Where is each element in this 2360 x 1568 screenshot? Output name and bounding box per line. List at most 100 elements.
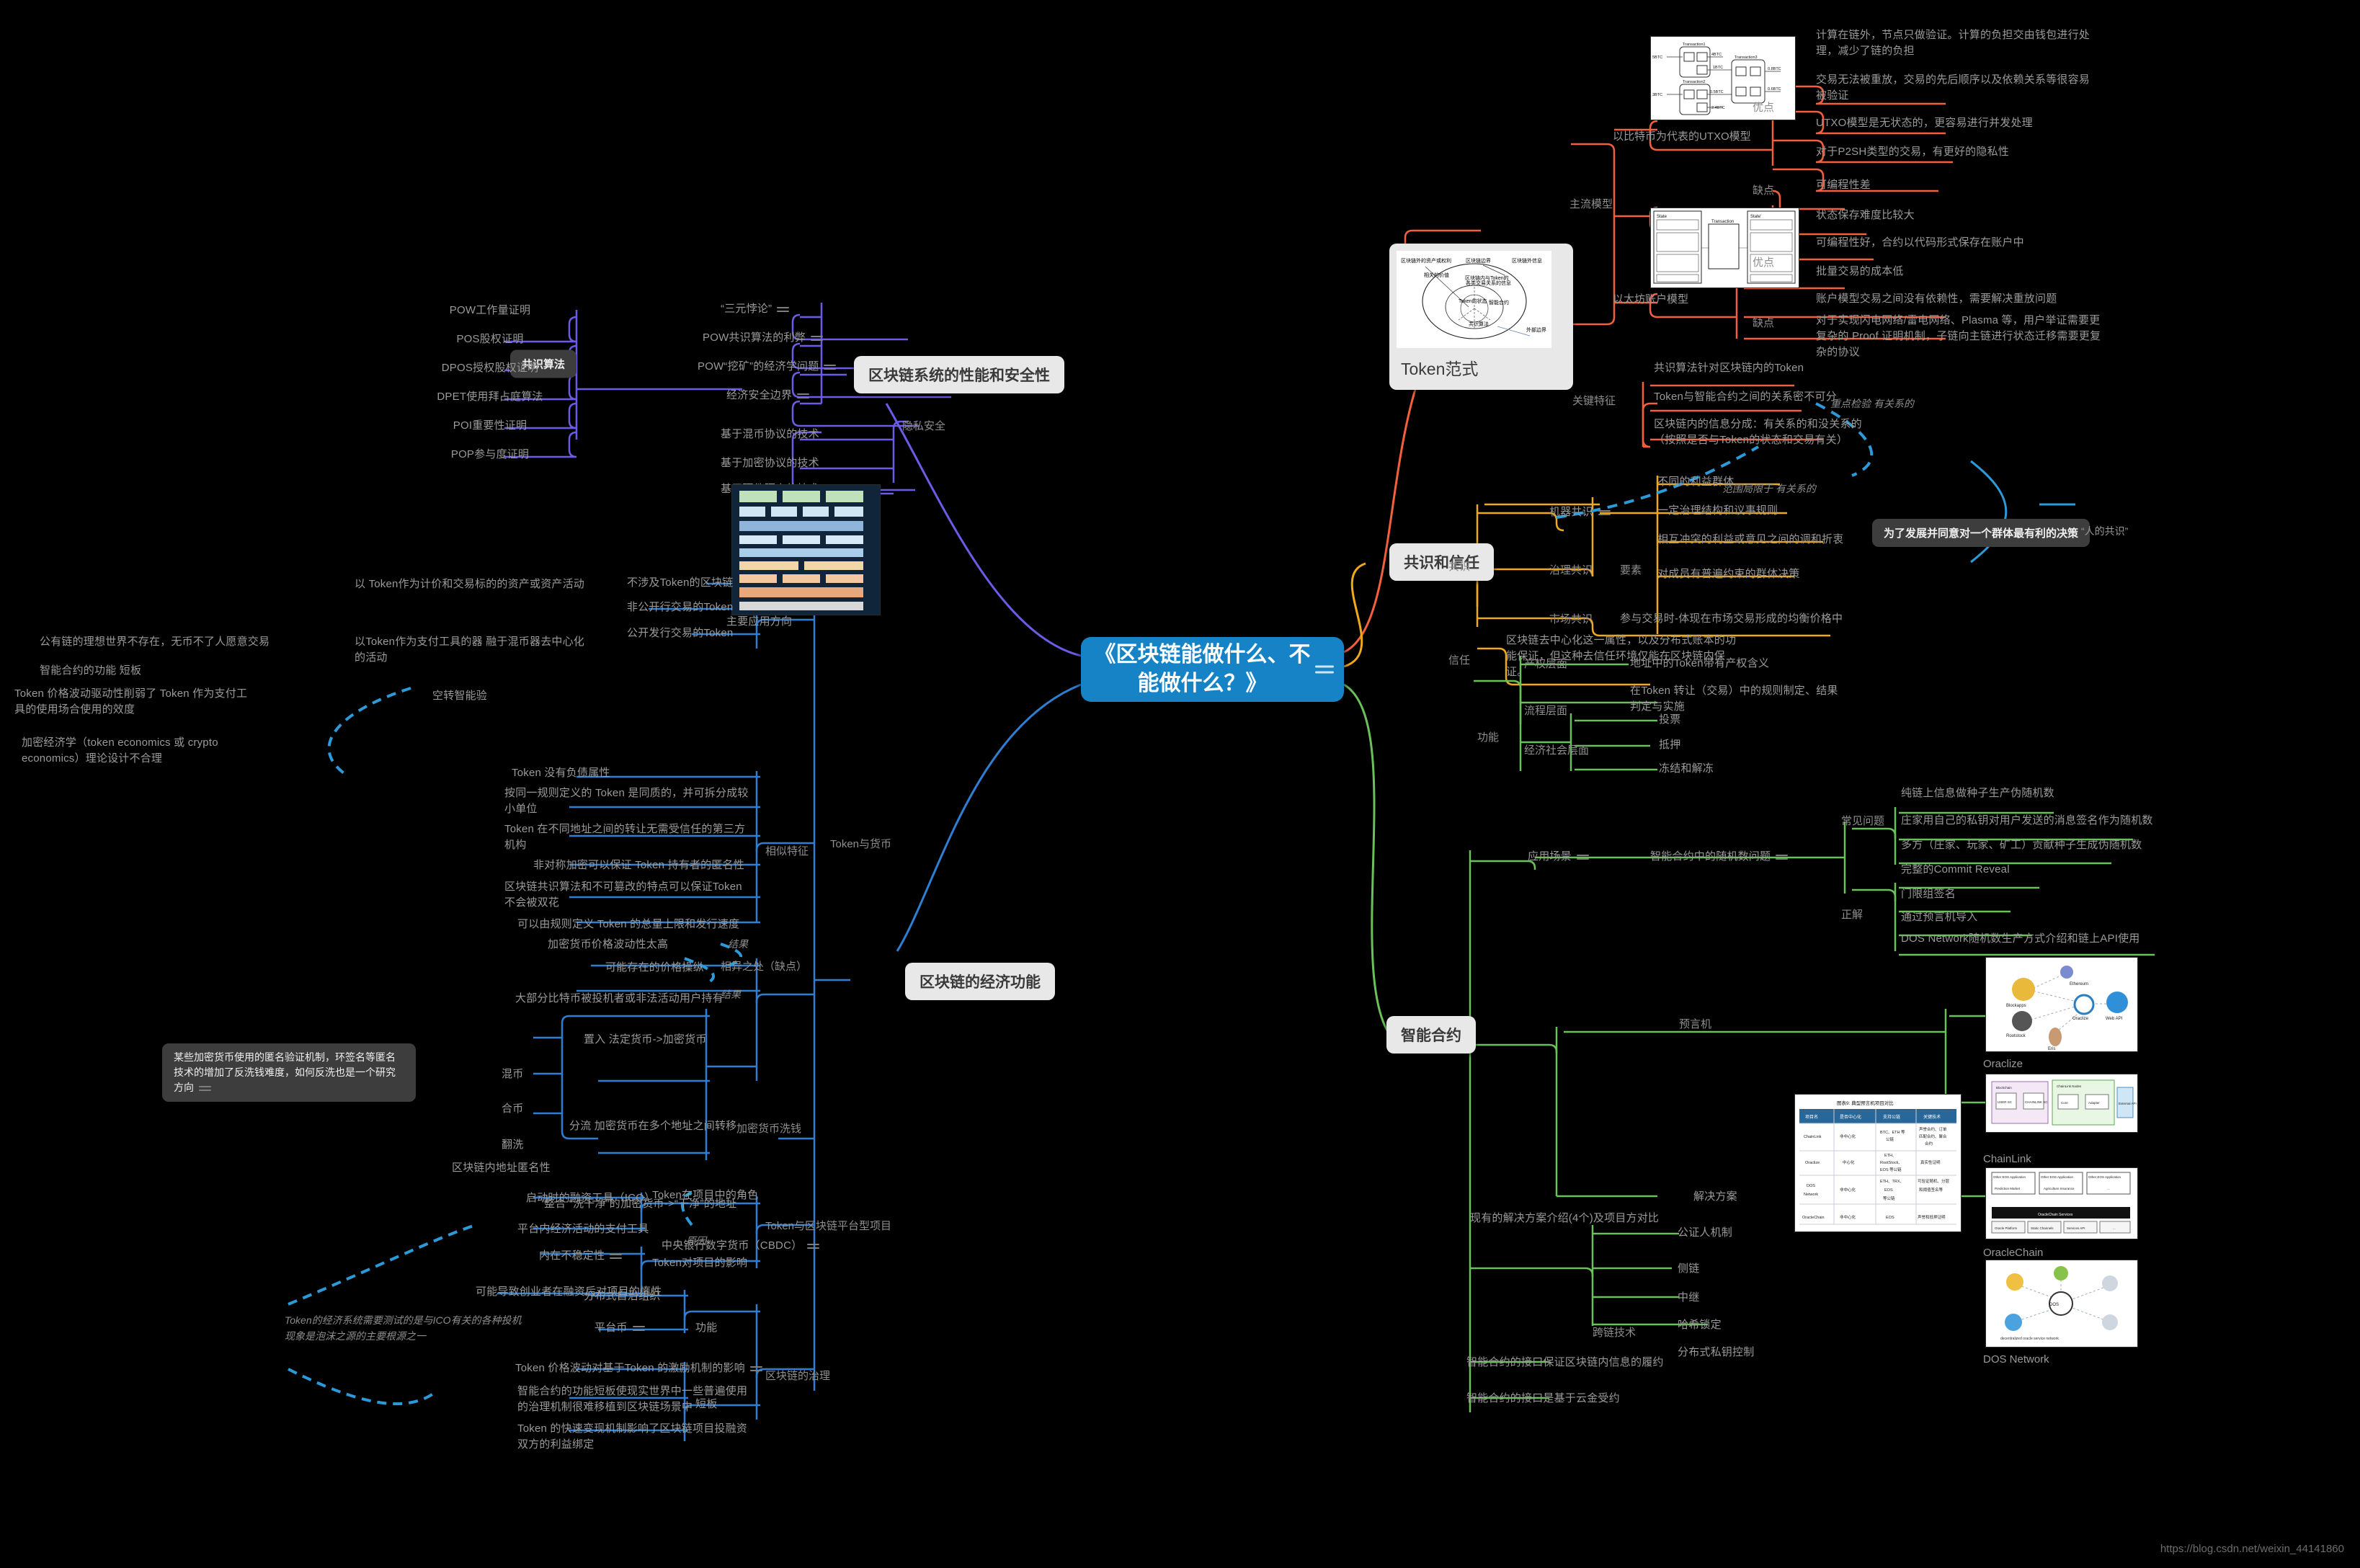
similar-item-4[interactable]: 区块链共识算法和不可篡改的特点可以保证Token不会被双花	[504, 879, 749, 911]
list-icon[interactable]	[824, 362, 837, 372]
algo-item-1[interactable]: POS股权证明	[418, 331, 562, 347]
label-money-laundering[interactable]: 加密货币洗钱	[736, 1121, 801, 1136]
mixer-item-1[interactable]: 合币	[502, 1101, 523, 1117]
account-pro-0[interactable]: 可编程性好，合约以代码形式保存在账户中	[1816, 235, 2024, 251]
cross-public-label[interactable]: 公证人机制	[1678, 1225, 1732, 1241]
econ-top-item-2[interactable]: 公开发行交易的Token	[627, 625, 733, 641]
account-con-0[interactable]: 账户模型交易之间没有依赖性，需要解决重放问题	[1816, 291, 2104, 307]
list-icon[interactable]	[797, 391, 810, 401]
label-solution[interactable]: 正解	[1841, 906, 1863, 922]
label-token-impact[interactable]: Token对项目的影响	[652, 1255, 747, 1271]
governance-func-1[interactable]: 平台币	[595, 1320, 645, 1336]
element-2[interactable]: 相互冲突的利益或意见之间的调和折衷	[1657, 532, 1843, 548]
privacy-item-0[interactable]: 基于混币协议的技术	[721, 427, 819, 442]
label-oracle[interactable]: 预言机	[1679, 1016, 1711, 1031]
list-icon[interactable]	[1598, 508, 1611, 517]
mixer-item-0[interactable]: 混币	[502, 1066, 523, 1082]
oracle-solution-label[interactable]: 解决方案	[1693, 1189, 1737, 1205]
impact-item-0[interactable]: 内在不稳定性	[539, 1248, 623, 1264]
label-governance-function[interactable]: 功能	[695, 1320, 717, 1336]
role-item-0[interactable]: 启动时的融资工具（ICO）	[526, 1190, 655, 1206]
label-token-currency[interactable]: Token与货币	[830, 836, 891, 851]
utxo-con-0[interactable]: 可编程性差	[1816, 177, 1871, 193]
solution-item-2[interactable]: 通过预言机导入	[1901, 909, 1977, 925]
list-icon[interactable]	[749, 1364, 762, 1373]
cross-item-0[interactable]: 侧链	[1678, 1261, 1699, 1277]
label-account-cons[interactable]: 缺点	[1753, 315, 1774, 330]
wash-step-1[interactable]: 分流 加密货币在多个地址之间转移	[569, 1118, 736, 1134]
oraclechain-caption[interactable]: OracleChain	[1983, 1247, 2043, 1259]
short-item-1[interactable]: 智能合约的功能短板使现实世界中一些普遍使用的治理机制很难移植到区块链场景中	[517, 1384, 748, 1415]
diff-item-0[interactable]: 加密货币价格波动性太高	[548, 937, 668, 953]
label-cross-chain[interactable]: 跨链技术	[1593, 1324, 1636, 1340]
label-differences[interactable]: 相异之处（缺点）	[721, 958, 807, 974]
label-trust[interactable]: 信任	[1448, 652, 1470, 667]
account-caption[interactable]: 以太坊账户模型	[1613, 291, 1688, 306]
utxo-pro-1[interactable]: 交易无法被重放，交易的先后顺序以及依赖关系等很容易被验证	[1816, 72, 2090, 104]
diff-item-2[interactable]: 大部分比特币被投机者或非法活动用户持有	[515, 991, 723, 1007]
algo-item-2[interactable]: DPOS授权股权证明	[418, 360, 562, 376]
label-property-layer[interactable]: 产权层面	[1524, 656, 1567, 671]
node-machine-consensus[interactable]: 机器共识	[1549, 504, 1611, 520]
list-icon[interactable]	[610, 1252, 623, 1261]
account-pro-1[interactable]: 批量交易的成本低	[1816, 264, 1904, 280]
perf-right-3[interactable]: 经济安全边界	[726, 388, 810, 404]
common-item-0[interactable]: 纯链上信息做种子生产伪随机数	[1901, 785, 2054, 801]
list-icon[interactable]	[632, 1324, 645, 1333]
oraclize-caption[interactable]: Oraclize	[1983, 1058, 2023, 1070]
token-payment-label[interactable]: 以Token作为支付工具的器 融于混币器去中心化的活动	[355, 634, 585, 666]
mixer-item-2[interactable]: 翻洗	[502, 1137, 523, 1153]
branch-performance[interactable]: 区块链系统的性能和安全性	[854, 356, 1064, 393]
similar-item-3[interactable]: 非对称加密可以保证 Token 持有者的匿名性	[533, 858, 757, 873]
key-feature-2[interactable]: 区块链内的信息分成：有关系的和没关系的（按照是否与Token的状态和交易有关）	[1654, 416, 1870, 448]
solution-item-0[interactable]: 完整的Commit Reveal	[1901, 862, 2010, 878]
common-item-2[interactable]: 多方（庄家、玩家、矿工）贡献种子生成伪随机数	[1901, 837, 2142, 853]
key-feature-1[interactable]: Token与智能合约之间的关系密不可分	[1654, 389, 1837, 405]
algo-item-4[interactable]: POI重要性证明	[418, 418, 562, 434]
node-human-consensus[interactable]: “人的共识”	[2081, 524, 2128, 538]
empty-ipo-label[interactable]: 空转智能验	[432, 688, 487, 704]
social-item-1[interactable]: 抵押	[1659, 737, 1680, 753]
property-layer-text[interactable]: 地址中的Token带有产权含义	[1630, 656, 1769, 672]
similar-item-5[interactable]: 可以由规则定义 Token 的总量上限和发行速度	[517, 917, 755, 932]
econ-top-item-0[interactable]: 不涉及Token的区块链	[627, 575, 733, 591]
utxo-pro-3[interactable]: 对于P2SH类型的交易，有更好的隐私性	[1816, 144, 2090, 160]
list-icon[interactable]	[1776, 852, 1789, 862]
label-social-layer[interactable]: 经济社会层面	[1524, 742, 1589, 757]
branch-smart-contract[interactable]: 智能合约	[1386, 1016, 1476, 1054]
chainlink-caption[interactable]: ChainLink	[1983, 1153, 2031, 1165]
perf-right-0[interactable]: “三元悖论”	[721, 301, 790, 317]
node-application-scene[interactable]: 应用场景	[1528, 849, 1589, 865]
list-icon[interactable]	[807, 1242, 820, 1251]
label-main-direction[interactable]: 主要应用方向	[726, 614, 792, 630]
algo-item-3[interactable]: DPET使用拜占庭算法	[418, 389, 562, 405]
label-mainstream-model[interactable]: 主流模型	[1569, 196, 1613, 211]
label-privacy-security[interactable]: 隐私安全	[902, 418, 945, 433]
social-item-0[interactable]: 投票	[1659, 712, 1680, 728]
cbdc-label[interactable]: 中央银行数字货币（CBDC）	[662, 1238, 820, 1254]
key-feature-0[interactable]: 共识算法针对区块链内的Token	[1654, 360, 1804, 376]
node-consensus-goal[interactable]: 为了发展并同意对一个群体最有利的决策	[1872, 519, 2090, 547]
utxo-pro-2[interactable]: UTXO模型是无状态的，更容易进行并发处理	[1816, 115, 2090, 131]
econ-top-item-1[interactable]: 非公开行交易的Token	[627, 600, 733, 615]
list-icon[interactable]	[777, 305, 790, 314]
market-consensus-text[interactable]: 参与交易时-体现在市场交易形成的均衡价格中	[1620, 611, 1843, 627]
perf-right-2[interactable]: POW“挖矿”的经济学问题	[698, 359, 837, 375]
token-asset-label[interactable]: 以 Token作为计价和交易标的的资产或资产活动	[355, 576, 585, 592]
wash-step-0[interactable]: 置入 法定货币->加密货币	[584, 1032, 707, 1048]
list-icon[interactable]	[1576, 852, 1589, 862]
short-item-0[interactable]: Token 价格波动对基于Token 的激励机制的影响	[515, 1360, 762, 1376]
label-governance-consensus[interactable]: 治理共识	[1549, 562, 1593, 577]
governance-func-0[interactable]: 分布式自治组织	[584, 1288, 660, 1304]
algo-item-0[interactable]: POW工作量证明	[418, 303, 562, 318]
label-elements[interactable]: 要素	[1620, 562, 1642, 577]
branch-economic[interactable]: 区块链的经济功能	[905, 963, 1055, 1000]
label-token-role[interactable]: Token在项目中的角色	[652, 1188, 758, 1203]
list-icon[interactable]	[199, 1084, 211, 1093]
similar-item-1[interactable]: 按同一规则定义的 Token 是同质的，并可拆分成较小单位	[504, 785, 749, 817]
label-consensus[interactable]: 共识	[1448, 558, 1470, 574]
short-item-2[interactable]: Token 的快速变现机制影响了区块链项目投融资双方的利益绑定	[517, 1421, 748, 1453]
algo-item-5[interactable]: POP参与度证明	[418, 447, 562, 463]
element-0[interactable]: 不同的利益群体	[1657, 474, 1734, 490]
label-process-layer[interactable]: 流程层面	[1524, 703, 1567, 718]
